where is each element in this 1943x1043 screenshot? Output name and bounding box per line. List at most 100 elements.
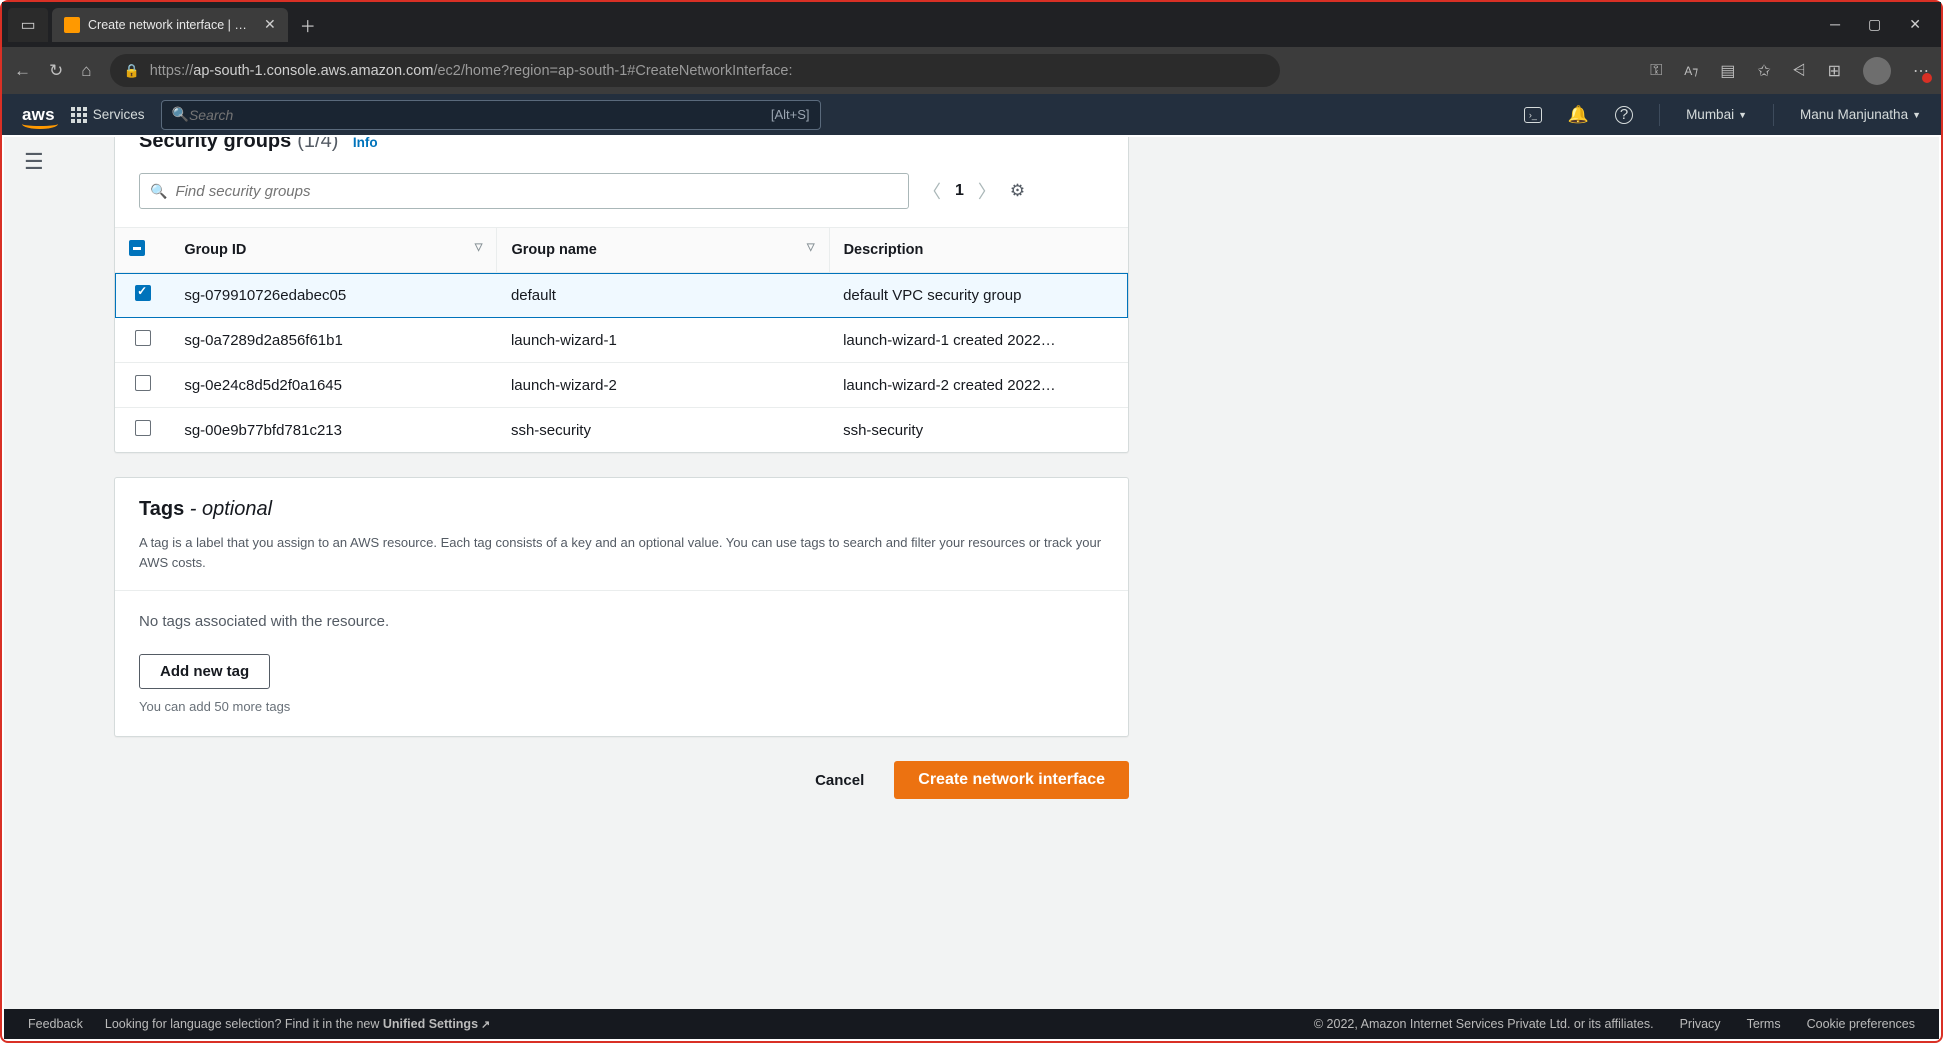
col-group-name[interactable]: Group name▽ (497, 228, 829, 273)
chevron-down-icon: ▼ (1912, 110, 1921, 120)
security-group-search-input[interactable] (175, 183, 898, 200)
aws-logo[interactable]: aws (22, 105, 55, 125)
table-row[interactable]: sg-0e24c8d5d2f0a1645 launch-wizard-2 lau… (115, 363, 1128, 408)
url-input[interactable]: 🔒 https://ap-south-1.console.aws.amazon.… (110, 54, 1280, 87)
form-actions: Cancel Create network interface (114, 737, 1129, 811)
search-icon: 🔍 (150, 183, 167, 200)
tags-panel: Tags - optional A tag is a label that yo… (114, 477, 1129, 737)
browser-titlebar: ▭ Create network interface | EC2 M ✕ ＋ ─… (2, 2, 1941, 47)
aws-favicon-icon (64, 17, 80, 33)
browser-address-bar: ← ↻ ⌂ 🔒 https://ap-south-1.console.aws.a… (2, 47, 1941, 94)
lang-prompt: Looking for language selection? Find it … (105, 1017, 490, 1031)
aws-footer: Feedback Looking for language selection?… (4, 1009, 1939, 1039)
panel-title: Security groups (139, 137, 291, 153)
cloudshell-icon[interactable]: ›_ (1524, 107, 1542, 123)
favorite-icon[interactable]: ✩ (1757, 61, 1770, 81)
col-group-id[interactable]: Group ID▽ (170, 228, 497, 273)
security-group-search[interactable]: 🔍 (139, 173, 909, 209)
copyright-text: © 2022, Amazon Internet Services Private… (1314, 1017, 1654, 1031)
url-text: https://ap-south-1.console.aws.amazon.co… (150, 63, 793, 79)
cell-group-id: sg-0e24c8d5d2f0a1645 (170, 363, 497, 408)
tags-empty-text: No tags associated with the resource. (139, 613, 1104, 630)
cell-group-name: launch-wizard-1 (497, 318, 829, 363)
tab-title: Create network interface | EC2 M (88, 18, 250, 32)
sidebar-toggle-icon[interactable]: ☰ (24, 149, 44, 175)
external-link-icon: ↗ (481, 1019, 490, 1031)
tags-limit-note: You can add 50 more tags (139, 699, 1104, 714)
aws-search-input[interactable] (189, 107, 810, 123)
services-label: Services (93, 107, 145, 122)
cell-group-name: launch-wizard-2 (497, 363, 829, 408)
cell-group-name: ssh-security (497, 408, 829, 453)
row-checkbox[interactable] (135, 420, 151, 436)
translate-icon[interactable]: ▤ (1720, 61, 1735, 81)
browser-tab[interactable]: Create network interface | EC2 M ✕ (52, 8, 288, 42)
account-menu[interactable]: Manu Manjunatha▼ (1800, 107, 1921, 122)
more-menu-icon[interactable]: ⋯ (1913, 61, 1929, 81)
cell-group-id: sg-00e9b77bfd781c213 (170, 408, 497, 453)
cell-description: ssh-security (829, 408, 1128, 453)
cell-group-id: sg-079910726edabec05 (170, 273, 497, 318)
maximize-icon[interactable]: ▢ (1868, 16, 1881, 33)
home-icon[interactable]: ⌂ (81, 61, 91, 81)
gear-icon[interactable]: ⚙ (1010, 181, 1025, 201)
next-page-icon[interactable]: 〉 (978, 178, 996, 204)
sort-icon: ▽ (807, 242, 815, 253)
cell-description: default VPC security group (829, 273, 1128, 318)
cancel-button[interactable]: Cancel (799, 761, 880, 799)
close-window-icon[interactable]: ✕ (1909, 16, 1921, 33)
key-icon[interactable]: ⚿ (1650, 62, 1662, 80)
row-checkbox[interactable] (135, 285, 151, 301)
favorites-bar-icon[interactable]: ⩤ (1793, 62, 1806, 80)
terms-link[interactable]: Terms (1747, 1017, 1781, 1031)
aws-search[interactable]: 🔍 [Alt+S] (161, 100, 821, 130)
search-icon: 🔍 (172, 106, 189, 123)
tags-title: Tags (139, 498, 184, 520)
tags-description: A tag is a label that you assign to an A… (115, 527, 1128, 590)
col-description[interactable]: Description (829, 228, 1128, 273)
cell-description: launch-wizard-2 created 2022… (829, 363, 1128, 408)
cookie-preferences-link[interactable]: Cookie preferences (1807, 1017, 1915, 1031)
region-selector[interactable]: Mumbai▼ (1686, 107, 1747, 122)
row-checkbox[interactable] (135, 375, 151, 391)
prev-page-icon[interactable]: 〈 (923, 178, 941, 204)
privacy-link[interactable]: Privacy (1680, 1017, 1721, 1031)
feedback-link[interactable]: Feedback (28, 1017, 83, 1031)
security-groups-panel: Security groups (1/4) Info 🔍 〈 1 〉 (114, 137, 1129, 453)
collections-icon[interactable]: ⊞ (1828, 61, 1841, 81)
new-tab-button[interactable]: ＋ (288, 13, 328, 37)
panel-count: (1/4) (297, 137, 338, 153)
add-new-tag-button[interactable]: Add new tag (139, 654, 270, 689)
services-menu[interactable]: Services (71, 107, 145, 123)
chevron-down-icon: ▼ (1738, 110, 1747, 120)
services-grid-icon (71, 107, 87, 123)
notifications-icon[interactable]: 🔔 (1568, 105, 1589, 125)
refresh-icon[interactable]: ↻ (49, 61, 63, 81)
security-groups-table: Group ID▽ Group name▽ Description sg-079… (115, 227, 1128, 452)
cell-group-id: sg-0a7289d2a856f61b1 (170, 318, 497, 363)
select-all-checkbox[interactable] (129, 240, 145, 256)
unified-settings-link[interactable]: Unified Settings↗ (383, 1017, 490, 1031)
aws-top-nav: aws Services 🔍 [Alt+S] ›_ 🔔 ? Mumbai▼ Ma… (2, 94, 1941, 135)
cell-group-name: default (497, 273, 829, 318)
tab-list-icon[interactable]: ▭ (8, 8, 48, 42)
create-network-interface-button[interactable]: Create network interface (894, 761, 1129, 799)
help-icon[interactable]: ? (1615, 106, 1633, 124)
lock-icon: 🔒 (124, 63, 140, 79)
table-row[interactable]: sg-0a7289d2a856f61b1 launch-wizard-1 lau… (115, 318, 1128, 363)
sort-icon: ▽ (475, 242, 483, 253)
main-scroll-area[interactable]: Security groups (1/4) Info 🔍 〈 1 〉 (64, 137, 1939, 1011)
tags-optional: - optional (184, 498, 272, 520)
table-row[interactable]: sg-079910726edabec05 default default VPC… (115, 273, 1128, 318)
info-link[interactable]: Info (353, 137, 378, 150)
row-checkbox[interactable] (135, 330, 151, 346)
minimize-icon[interactable]: ─ (1830, 16, 1840, 33)
back-icon[interactable]: ← (14, 61, 31, 81)
close-tab-icon[interactable]: ✕ (264, 16, 276, 33)
cell-description: launch-wizard-1 created 2022… (829, 318, 1128, 363)
reader-icon[interactable]: A⁊ (1684, 64, 1698, 78)
page-number: 1 (955, 182, 964, 200)
pager: 〈 1 〉 (923, 178, 996, 204)
profile-avatar[interactable] (1863, 57, 1891, 85)
table-row[interactable]: sg-00e9b77bfd781c213 ssh-security ssh-se… (115, 408, 1128, 453)
